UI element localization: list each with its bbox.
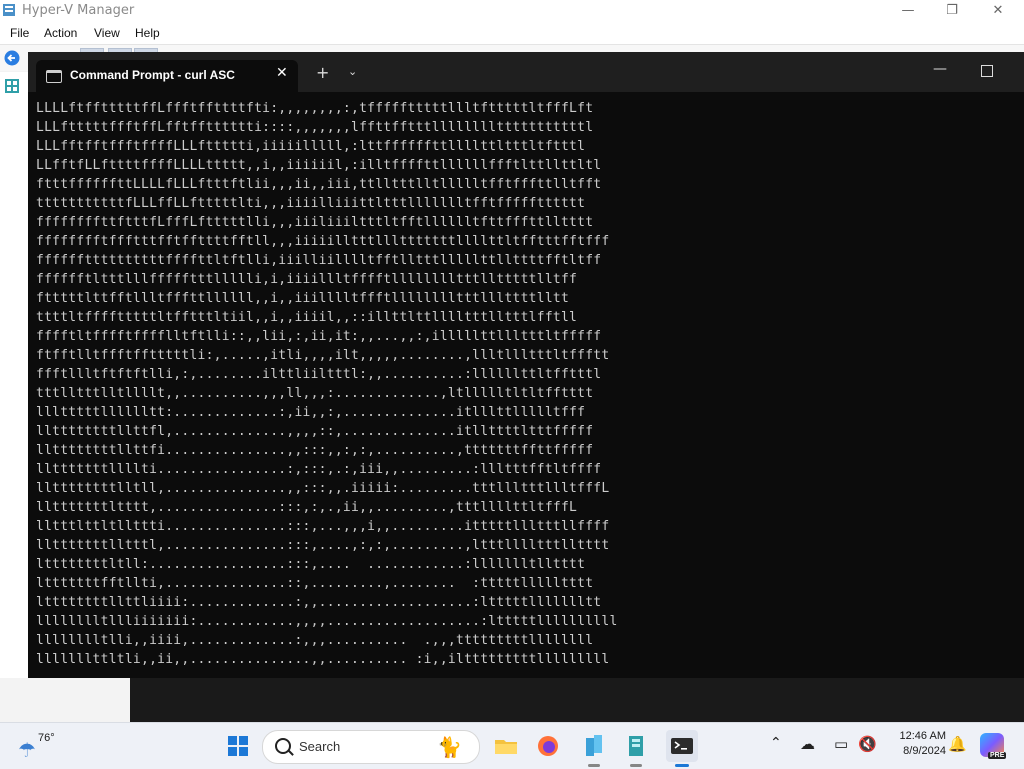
terminal-line: ttttltfffftttttltfftttltiil,,i,,iiiil,,:…	[36, 310, 578, 325]
taskbar: ☂ 76° Search 🐈 ⌃ ☁ ▭ 🔇 12:46 AM 8/9/2024…	[0, 722, 1024, 769]
notification-bell-icon[interactable]: 🔔	[948, 735, 967, 753]
hyperv-manager-button[interactable]	[620, 730, 652, 767]
terminal-line: ffftllltftftftlli,:,........ilttliiltttl…	[36, 367, 602, 382]
clock-time: 12:46 AM	[899, 730, 946, 742]
taskbar-search-box[interactable]: Search 🐈	[262, 730, 480, 764]
back-arrow-icon[interactable]	[3, 50, 21, 66]
terminal-line: lllllllltlli,,iiii,.............:,,,....…	[36, 633, 594, 648]
terminal-icon	[671, 738, 693, 754]
hyperv-manager-icon[interactable]	[4, 78, 20, 94]
file-explorer-button[interactable]	[490, 730, 522, 762]
menu-help[interactable]: Help	[135, 26, 160, 40]
menu-action[interactable]: Action	[44, 26, 77, 40]
terminal-minimize-button[interactable]: —	[933, 61, 947, 77]
hyperv-tree-pane	[0, 72, 29, 697]
terminal-line: lttttttttllttliiii:.............:,,.....…	[36, 595, 602, 610]
terminal-line: LLLftttttffftffLfftfftttttti::::,,,,,,,l…	[36, 120, 594, 135]
chevron-up-icon[interactable]: ⌃	[770, 735, 782, 751]
new-tab-button[interactable]: +	[316, 63, 329, 82]
running-indicator	[588, 764, 600, 767]
search-icon	[275, 738, 291, 754]
terminal-line: llttttttttllttfi...............,,:::,,:,…	[36, 443, 594, 458]
server-icon	[586, 735, 602, 756]
system-clock[interactable]: 12:46 AM 8/9/2024	[884, 729, 946, 759]
active-indicator	[675, 764, 689, 767]
firefox-button[interactable]	[532, 730, 564, 762]
volume-muted-icon[interactable]: 🔇	[858, 735, 877, 753]
terminal-line: ffffffffttftttfLfffLftttttlli,,,iiiliiil…	[36, 215, 594, 230]
terminal-line: ltttttttfftllti,...............::,......…	[36, 576, 594, 591]
terminal-output[interactable]: LLLLftfftttttffLffftffttttfti:,,,,,,,,:,…	[36, 99, 1016, 671]
hyperv-title: Hyper-V Manager	[22, 3, 135, 18]
terminal-line: llttttttttllttfl,..............,,,,::,..…	[36, 424, 594, 439]
folder-icon	[495, 740, 517, 754]
display-icon[interactable]: ▭	[834, 735, 848, 753]
terminal-line: lttttttttltll:.................:::,.... …	[36, 557, 586, 572]
cloud-rain-icon: ☂	[18, 738, 36, 762]
terminal-line: tttlltttlltllllt,,..........,,,ll,,,:...…	[36, 386, 594, 401]
terminal-maximize-button[interactable]	[981, 65, 993, 77]
terminal-line: lltttttttlltttl,...............:::,....,…	[36, 538, 610, 553]
menu-file[interactable]: File	[10, 26, 29, 40]
hyperv-app-icon	[3, 4, 15, 16]
clock-date: 8/9/2024	[903, 745, 946, 757]
terminal-line: LLLfftfftffftffffLLLfttttti,iiiiilllll,:…	[36, 139, 586, 154]
firefox-icon	[538, 736, 558, 756]
weather-temperature: 76°	[38, 732, 55, 744]
cat-highlight-icon: 🐈	[437, 735, 462, 759]
preview-badge: PRE	[988, 752, 1007, 759]
windows-logo-icon	[228, 736, 248, 756]
terminal-line: LLfftfLLfttttffffLLLLttttt,,i,,iiiiiil,:…	[36, 158, 602, 173]
terminal-line: LLLLftfftttttffLffftffttttfti:,,,,,,,,:,…	[36, 101, 594, 116]
hyperv-dark-area	[130, 678, 1024, 722]
weather-widget[interactable]: ☂ 76°	[18, 729, 78, 765]
hyperv-minimize-button[interactable]: —	[896, 2, 920, 20]
terminal-line: tttttttttttfLLLffLLftttttlti,,,iiiilliii…	[36, 196, 586, 211]
terminal-line: lltttttttltttt,...............:::,:,.,ii…	[36, 500, 578, 515]
hyperv-close-button[interactable]: ✕	[986, 2, 1010, 20]
hyperv-menubar: File Action View Help	[0, 22, 1024, 44]
terminal-window: Command Prompt - curl ASC ✕ + ⌄ — LLLLft…	[28, 52, 1024, 678]
chevron-down-icon[interactable]: ⌄	[348, 65, 357, 78]
terminal-line: ftfftlltffftfftttttli:,.....,itli,,,,ilt…	[36, 348, 610, 363]
onedrive-offline-icon[interactable]: ☁	[800, 735, 815, 753]
terminal-tabbar: Command Prompt - curl ASC ✕ + ⌄ —	[28, 52, 1024, 92]
terminal-line: llttttttttlltll,...............,,:::,,.i…	[36, 481, 610, 496]
terminal-line: fffftltfffftfffflltftlli::,,lii,:,ii,it:…	[36, 329, 602, 344]
start-button[interactable]	[222, 730, 254, 762]
search-placeholder: Search	[299, 739, 341, 754]
terminal-line: llltttttlllllltt:.............:,ii,,:,..…	[36, 405, 586, 420]
terminal-line: fffffffftffftttfftffttttfftll,,,iiiiillt…	[36, 234, 610, 249]
hyperv-status-area	[0, 678, 130, 722]
terminal-taskbar-button[interactable]	[666, 730, 698, 767]
terminal-line: ftttffffffttLLLLfLLLftttftlii,,,ii,,iii,…	[36, 177, 602, 192]
terminal-line: lltttlttltllttti...............:::,...,,…	[36, 519, 610, 534]
server-manager-button[interactable]	[578, 730, 610, 767]
command-prompt-icon	[46, 70, 62, 83]
terminal-line: lllllllttltli,,ii,,...............,,....…	[36, 652, 610, 667]
terminal-line: ftttttlttfftllltfffttllllll,,i,,iiillllt…	[36, 291, 570, 306]
terminal-line: lllllllltllliiiiiii:............,,,,....…	[36, 614, 618, 629]
terminal-line: lltttttttllllti................:,:::,.:,…	[36, 462, 602, 477]
hyperv-titlebar: Hyper-V Manager — ❐ ✕	[0, 0, 1024, 22]
hyperv-restore-button[interactable]: ❐	[940, 2, 964, 20]
tab-close-icon[interactable]: ✕	[276, 65, 288, 81]
tab-title: Command Prompt - curl ASC	[70, 68, 235, 82]
terminal-tab[interactable]: Command Prompt - curl ASC ✕	[36, 60, 298, 92]
running-indicator	[630, 764, 642, 767]
terminal-line: fffffftltttlllffffftttllllli,i,iiiillltf…	[36, 272, 578, 287]
hyperv-icon	[629, 736, 643, 756]
menu-view[interactable]: View	[94, 26, 120, 40]
terminal-line: ffffffttttttttttffffttltftlli,iiilliilll…	[36, 253, 602, 268]
